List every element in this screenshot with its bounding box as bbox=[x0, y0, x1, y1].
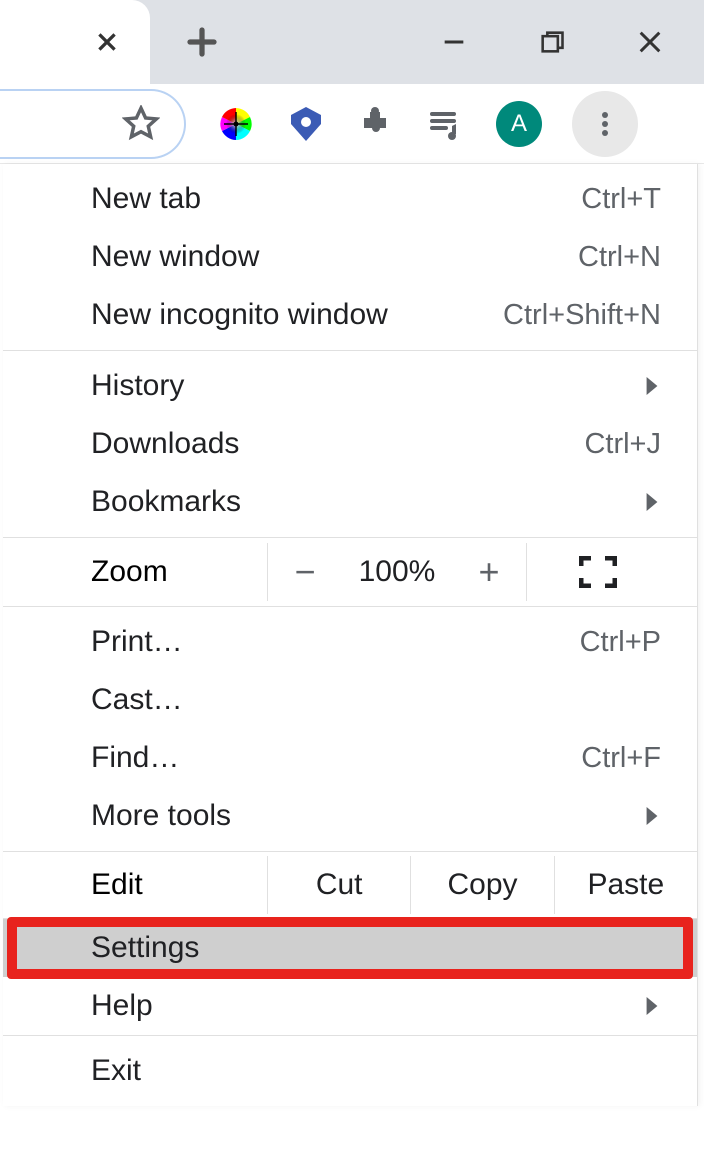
menu-shortcut: Ctrl+F bbox=[581, 742, 661, 775]
menu-downloads[interactable]: Downloads Ctrl+J bbox=[3, 415, 697, 473]
window-controls bbox=[440, 28, 704, 56]
close-window-button[interactable] bbox=[636, 28, 664, 56]
menu-label: New tab bbox=[91, 182, 201, 216]
settings-highlight: Settings bbox=[3, 919, 697, 977]
extension-shield-icon[interactable] bbox=[286, 104, 326, 144]
maximize-button[interactable] bbox=[538, 28, 566, 56]
minimize-button[interactable] bbox=[440, 28, 468, 56]
menu-label: Bookmarks bbox=[91, 485, 241, 519]
zoom-value: 100% bbox=[342, 555, 452, 589]
menu-shortcut: Ctrl+N bbox=[578, 241, 661, 274]
active-tab[interactable] bbox=[0, 0, 150, 84]
menu-label: History bbox=[91, 369, 184, 403]
submenu-arrow-icon bbox=[643, 369, 661, 403]
submenu-arrow-icon bbox=[643, 799, 661, 833]
menu-exit[interactable]: Exit bbox=[3, 1042, 697, 1100]
zoom-out-button[interactable]: − bbox=[268, 551, 342, 593]
fullscreen-button[interactable] bbox=[526, 543, 668, 601]
overflow-menu: New tab Ctrl+T New window Ctrl+N New inc… bbox=[3, 164, 698, 1106]
menu-label: Edit bbox=[91, 868, 267, 902]
menu-label: Help bbox=[91, 989, 153, 1023]
menu-find[interactable]: Find… Ctrl+F bbox=[3, 729, 697, 787]
edit-copy-button[interactable]: Copy bbox=[410, 856, 553, 914]
menu-shortcut: Ctrl+T bbox=[581, 183, 661, 216]
edit-cut-button[interactable]: Cut bbox=[267, 856, 410, 914]
menu-edit-row: Edit Cut Copy Paste bbox=[3, 852, 697, 918]
menu-label: New window bbox=[91, 240, 259, 274]
extension-color-picker-icon[interactable] bbox=[216, 104, 256, 144]
menu-new-window[interactable]: New window Ctrl+N bbox=[3, 228, 697, 286]
vertical-dots-icon bbox=[602, 109, 608, 139]
fullscreen-icon bbox=[579, 556, 617, 588]
menu-label: Downloads bbox=[91, 427, 239, 461]
menu-cast[interactable]: Cast… bbox=[3, 671, 697, 729]
menu-label: Find… bbox=[91, 741, 179, 775]
omnibox-end bbox=[0, 89, 186, 159]
menu-label: Zoom bbox=[91, 555, 267, 589]
toolbar: A bbox=[0, 84, 704, 164]
submenu-arrow-icon bbox=[643, 485, 661, 519]
menu-label: Settings bbox=[91, 931, 199, 965]
menu-print[interactable]: Print… Ctrl+P bbox=[3, 613, 697, 671]
menu-history[interactable]: History bbox=[3, 357, 697, 415]
profile-avatar[interactable]: A bbox=[496, 101, 542, 147]
media-control-icon[interactable] bbox=[426, 104, 466, 144]
menu-shortcut: Ctrl+P bbox=[580, 626, 661, 659]
menu-zoom-row: Zoom − 100% + bbox=[3, 538, 697, 606]
menu-new-incognito[interactable]: New incognito window Ctrl+Shift+N bbox=[3, 286, 697, 344]
menu-shortcut: Ctrl+J bbox=[584, 428, 661, 461]
menu-bookmarks[interactable]: Bookmarks bbox=[3, 473, 697, 531]
new-tab-button[interactable] bbox=[184, 24, 220, 60]
menu-new-tab[interactable]: New tab Ctrl+T bbox=[3, 170, 697, 228]
zoom-controls: − 100% + bbox=[267, 543, 526, 601]
menu-shortcut: Ctrl+Shift+N bbox=[503, 299, 661, 332]
menu-more-tools[interactable]: More tools bbox=[3, 787, 697, 845]
avatar-letter: A bbox=[511, 110, 527, 138]
zoom-in-button[interactable]: + bbox=[452, 551, 526, 593]
bookmark-star-icon[interactable] bbox=[122, 105, 160, 143]
edit-paste-button[interactable]: Paste bbox=[554, 856, 697, 914]
menu-label: Print… bbox=[91, 625, 183, 659]
menu-settings[interactable]: Settings bbox=[3, 919, 697, 977]
tab-bar bbox=[0, 0, 704, 84]
menu-help[interactable]: Help bbox=[3, 977, 697, 1035]
menu-label: Exit bbox=[91, 1054, 141, 1088]
extensions-puzzle-icon[interactable] bbox=[356, 104, 396, 144]
close-tab-icon[interactable] bbox=[94, 29, 120, 55]
submenu-arrow-icon bbox=[643, 989, 661, 1023]
menu-label: New incognito window bbox=[91, 298, 388, 332]
menu-label: More tools bbox=[91, 799, 231, 833]
overflow-menu-button[interactable] bbox=[572, 91, 638, 157]
menu-label: Cast… bbox=[91, 683, 183, 717]
